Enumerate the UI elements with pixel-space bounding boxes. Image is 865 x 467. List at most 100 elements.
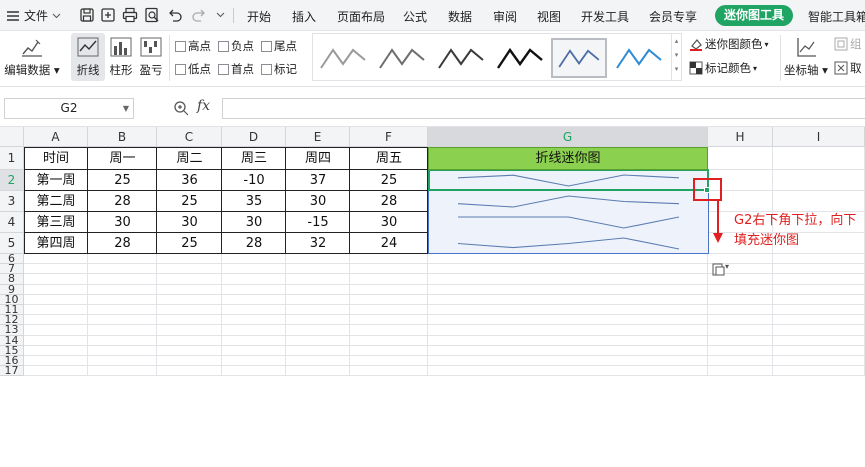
column-header-a[interactable]: A — [24, 127, 88, 147]
gallery-scroll[interactable]: ▴ ▾ ▾ — [671, 34, 681, 80]
row-header-1[interactable]: 1 — [0, 147, 24, 170]
data-cell[interactable]: 32 — [286, 233, 350, 254]
fx-icon[interactable]: fx — [197, 98, 210, 114]
formula-bar: G2 ▼ fx — [0, 87, 865, 127]
row-header-4[interactable]: 4 — [0, 212, 24, 233]
redo-icon[interactable] — [190, 6, 208, 24]
data-cell[interactable]: 30 — [157, 212, 222, 233]
marker-color-button[interactable]: 标记颜色 ▾ — [689, 60, 757, 76]
name-box[interactable]: G2 ▼ — [4, 98, 134, 119]
data-cell[interactable]: -10 — [222, 170, 286, 191]
data-cell[interactable]: 30 — [88, 212, 157, 233]
data-cell[interactable]: 30 — [222, 212, 286, 233]
data-cell[interactable]: 25 — [157, 233, 222, 254]
line-type-button[interactable]: 折线 — [71, 33, 105, 81]
ungroup-button[interactable]: 取 — [834, 60, 862, 76]
data-cell[interactable]: 37 — [286, 170, 350, 191]
data-cell[interactable]: 第二周 — [24, 191, 88, 212]
high-point-checkbox[interactable]: 高点 — [175, 38, 211, 54]
first-point-checkbox[interactable]: 首点 — [218, 61, 254, 77]
winloss-type-button[interactable]: 盈亏 — [136, 36, 166, 78]
data-cell[interactable]: 第四周 — [24, 233, 88, 254]
header-cell[interactable]: 周一 — [88, 147, 157, 170]
data-cell[interactable]: 25 — [88, 170, 157, 191]
sparkline-color-label: 迷你图颜色 — [705, 37, 763, 51]
column-header-e[interactable]: E — [286, 127, 350, 147]
header-cell[interactable]: 周四 — [286, 147, 350, 170]
data-cell[interactable]: 24 — [350, 233, 428, 254]
data-cell[interactable]: 第一周 — [24, 170, 88, 191]
style-option-1[interactable] — [317, 38, 369, 78]
chevron-down-icon[interactable] — [216, 12, 225, 18]
paste-options-button[interactable]: ▾ — [711, 262, 739, 279]
undo-icon[interactable] — [166, 6, 184, 24]
tab-insert[interactable]: 插入 — [292, 8, 316, 25]
spreadsheet-grid[interactable]: A B C D E F G H I 1 2 3 4 5 6 7 8 9 10 11 12 13 14 15 16 17 时间 周一 周二… — [0, 127, 865, 467]
column-header-d[interactable]: D — [222, 127, 286, 147]
column-header-b[interactable]: B — [88, 127, 157, 147]
style-option-6[interactable] — [613, 38, 665, 78]
tab-page-layout[interactable]: 页面布局 — [337, 8, 385, 25]
header-cell[interactable]: 周三 — [222, 147, 286, 170]
row-header-17[interactable]: 17 — [0, 365, 24, 377]
row-header-2[interactable]: 2 — [0, 170, 24, 191]
last-point-checkbox[interactable]: 尾点 — [261, 38, 297, 54]
column-header-g[interactable]: G — [428, 127, 708, 147]
tab-sparkline-tools[interactable]: 迷你图工具 — [715, 5, 793, 26]
data-cell[interactable]: 28 — [88, 233, 157, 254]
data-cell[interactable]: 28 — [88, 191, 157, 212]
header-cell[interactable]: 时间 — [24, 147, 88, 170]
group-button[interactable]: 组 — [834, 36, 862, 52]
save-icon[interactable] — [78, 6, 96, 24]
export-icon[interactable] — [99, 6, 117, 24]
data-cell[interactable]: 36 — [157, 170, 222, 191]
tab-developer[interactable]: 开发工具 — [581, 8, 629, 25]
chevron-down-icon[interactable]: ▼ — [123, 99, 129, 118]
negative-point-checkbox[interactable]: 负点 — [218, 38, 254, 54]
zoom-icon[interactable] — [173, 100, 189, 116]
negative-point-label: 负点 — [231, 39, 254, 53]
tab-smart-toolbox[interactable]: 智能工具箱 — [808, 8, 865, 25]
data-cell[interactable]: 28 — [222, 233, 286, 254]
tab-view[interactable]: 视图 — [537, 8, 561, 25]
edit-data-button[interactable]: 编辑数据 ▾ — [4, 36, 60, 78]
data-cell[interactable]: 第三周 — [24, 212, 88, 233]
header-cell[interactable]: 周二 — [157, 147, 222, 170]
style-option-2[interactable] — [376, 38, 428, 78]
header-cell[interactable]: 周五 — [350, 147, 428, 170]
formula-input[interactable] — [222, 98, 865, 119]
column-type-button[interactable]: 柱形 — [106, 36, 136, 78]
file-menu[interactable]: 文件 — [6, 7, 61, 24]
style-option-3[interactable] — [435, 38, 487, 78]
gridline — [24, 375, 865, 377]
tab-formulas[interactable]: 公式 — [403, 8, 427, 25]
print-preview-icon[interactable] — [143, 6, 161, 24]
row-header-3[interactable]: 3 — [0, 191, 24, 212]
tab-data[interactable]: 数据 — [448, 8, 472, 25]
data-cell[interactable]: -15 — [286, 212, 350, 233]
column-header-f[interactable]: F — [350, 127, 428, 147]
tab-member[interactable]: 会员专享 — [649, 8, 697, 25]
axis-button[interactable]: 坐标轴 ▾ — [783, 36, 829, 78]
style-option-4[interactable] — [494, 38, 546, 78]
style-option-5-selected[interactable] — [551, 38, 607, 78]
data-cell[interactable]: 30 — [286, 191, 350, 212]
sparkline-color-button[interactable]: 迷你图颜色 ▾ — [689, 36, 769, 52]
row-header-5[interactable]: 5 — [0, 233, 24, 254]
line-type-label: 折线 — [76, 63, 100, 77]
column-header-i[interactable]: I — [773, 127, 865, 147]
select-all-corner[interactable] — [0, 127, 24, 147]
low-point-checkbox[interactable]: 低点 — [175, 61, 211, 77]
sparkline-header-cell[interactable]: 折线迷你图 — [428, 147, 708, 170]
data-cell[interactable]: 35 — [222, 191, 286, 212]
data-cell[interactable]: 25 — [350, 170, 428, 191]
tab-home[interactable]: 开始 — [247, 8, 271, 25]
markers-checkbox[interactable]: 标记 — [261, 61, 297, 77]
tab-review[interactable]: 审阅 — [493, 8, 517, 25]
data-cell[interactable]: 25 — [157, 191, 222, 212]
data-cell[interactable]: 28 — [350, 191, 428, 212]
column-header-h[interactable]: H — [708, 127, 773, 147]
print-icon[interactable] — [121, 6, 139, 24]
data-cell[interactable]: 30 — [350, 212, 428, 233]
column-header-c[interactable]: C — [157, 127, 222, 147]
